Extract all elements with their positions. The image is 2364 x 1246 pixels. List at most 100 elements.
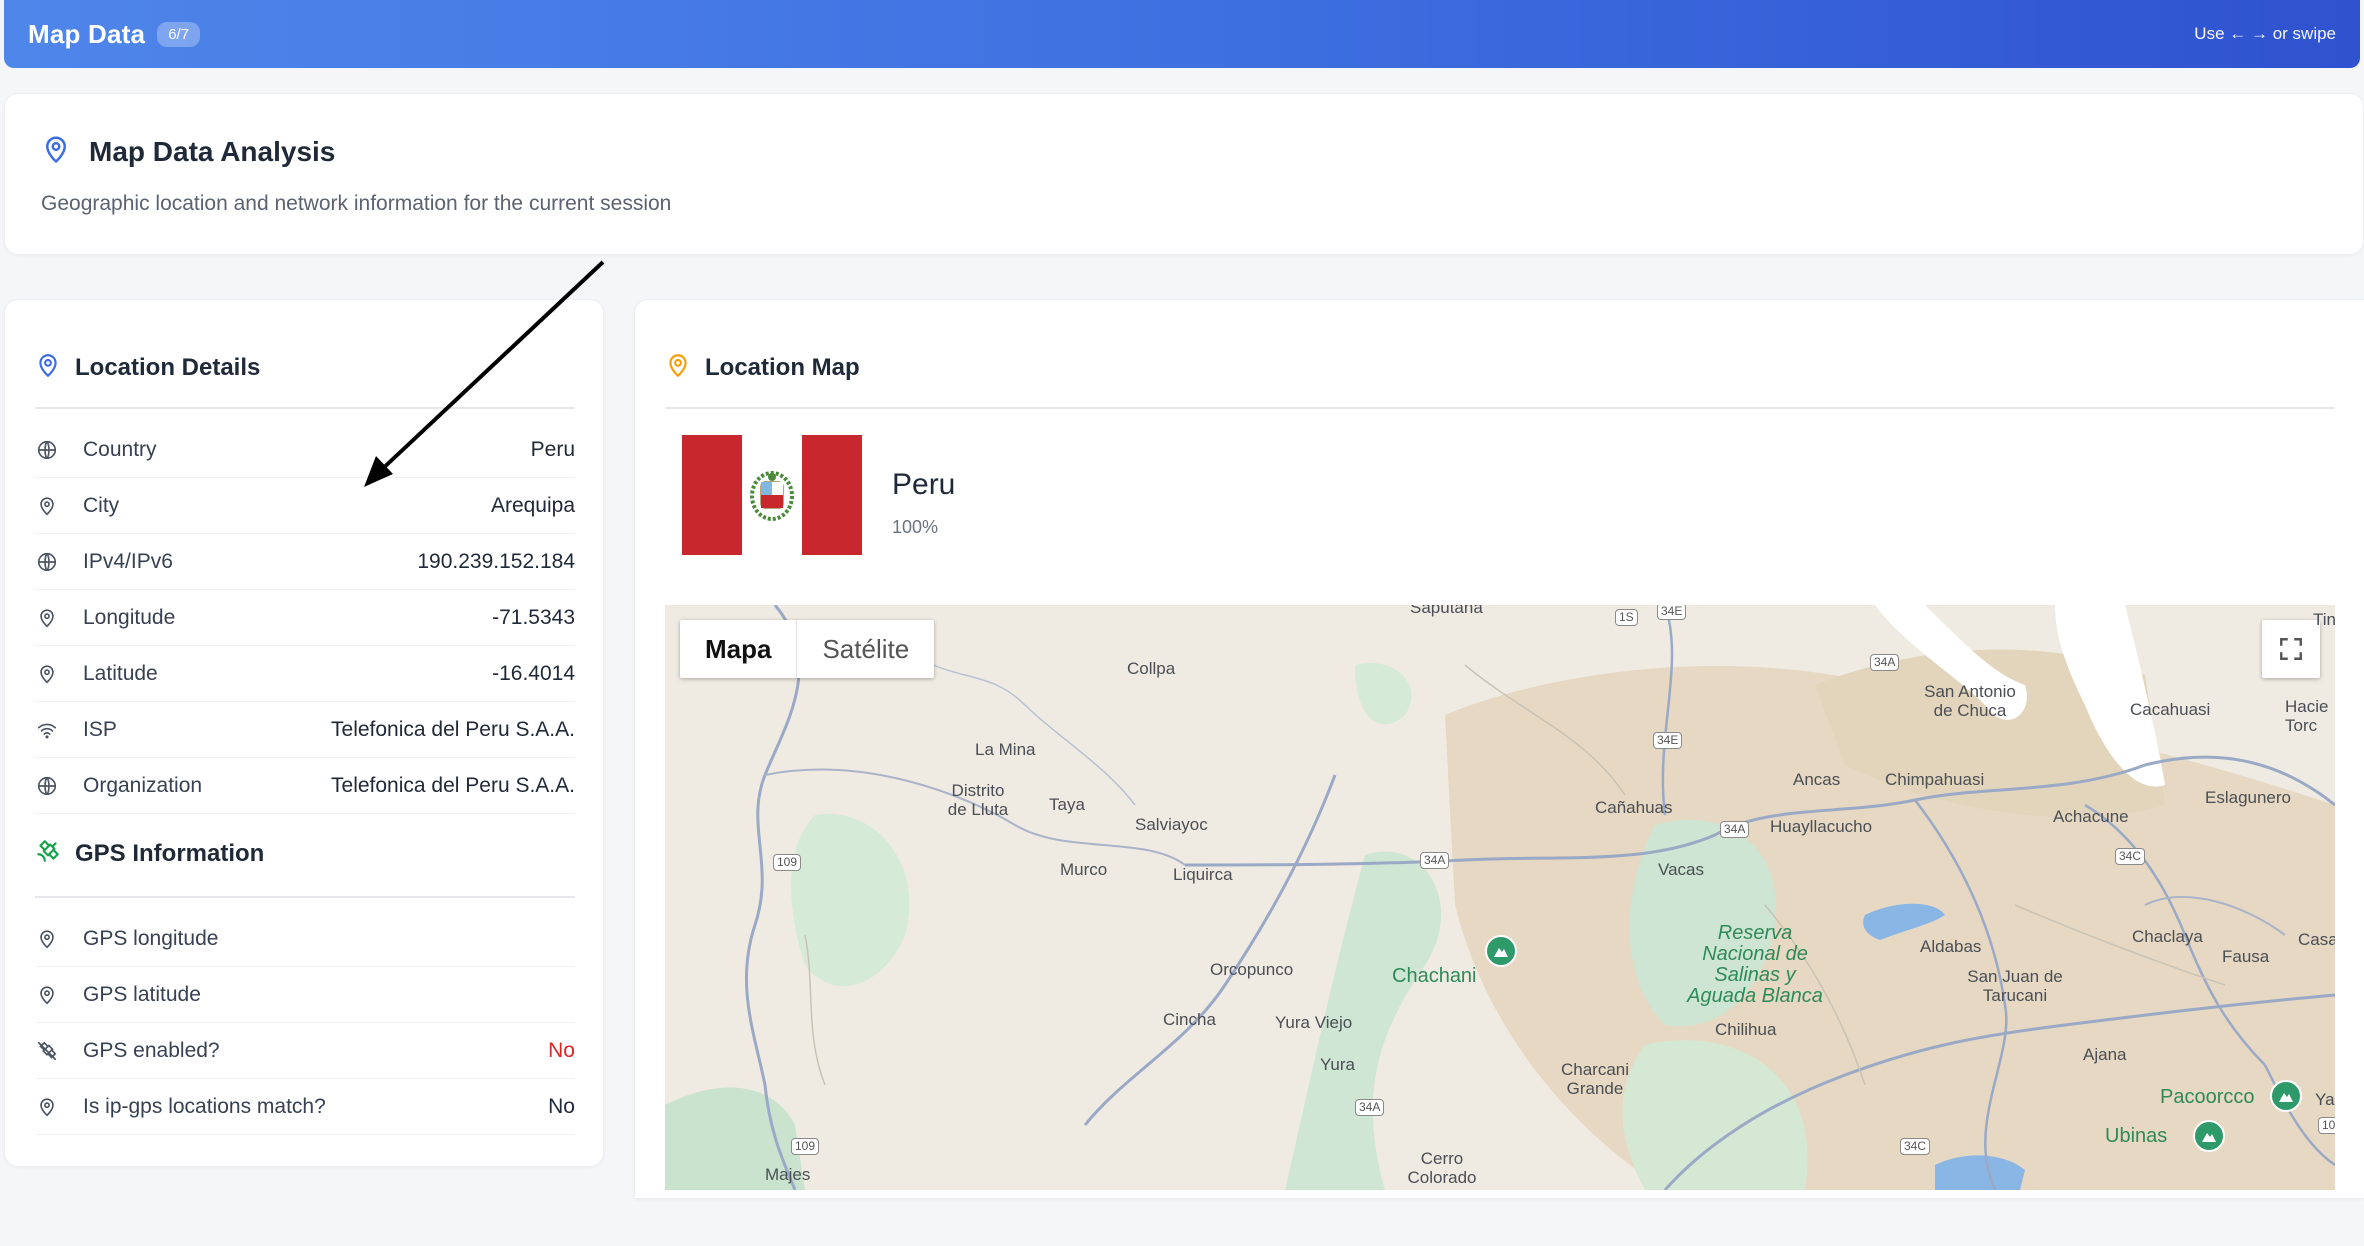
detail-value: -71.5343	[492, 605, 575, 629]
detail-row-ip: IPv4/IPv6 190.239.152.184	[35, 534, 575, 590]
pin-icon	[35, 494, 59, 518]
fullscreen-button[interactable]	[2262, 620, 2320, 678]
road-shield: 34A	[1420, 852, 1450, 869]
gps-label: GPS enabled?	[83, 1038, 220, 1062]
map-data-analysis-card: Map Data Analysis Geographic location an…	[4, 93, 2364, 255]
map-label: Ubinas	[2105, 1125, 2168, 1147]
analysis-header: Map Data Analysis	[41, 134, 335, 169]
location-map-title: Location Map	[705, 353, 860, 381]
gps-row-latitude: GPS latitude	[35, 967, 575, 1023]
detail-label: Longitude	[83, 605, 176, 629]
map-country-name: Peru	[892, 468, 956, 501]
divider	[35, 407, 575, 409]
map-pin-icon	[41, 134, 71, 169]
road-shield: 34C	[1900, 1138, 1931, 1155]
road-shield: 10	[2318, 1117, 2335, 1134]
map-label: Majes	[765, 1165, 811, 1184]
detail-label: ISP	[83, 717, 117, 741]
road-shield: 109	[773, 854, 802, 871]
map-label: San Antonio de Chuca	[1924, 682, 2016, 720]
gps-information-title: GPS Information	[75, 839, 265, 867]
map-label: Salviayoc	[1135, 815, 1208, 834]
satellite-icon	[35, 838, 61, 869]
detail-value: Telefonica del Peru S.A.A.	[331, 717, 575, 741]
detail-row-country: Country Peru	[35, 422, 575, 478]
road-shield: 34E	[1657, 605, 1687, 620]
map-country-confidence: 100%	[892, 517, 939, 537]
map-label: Saputana	[1410, 605, 1483, 617]
map-label: Taya	[1049, 795, 1085, 814]
map-label: Fausa	[2222, 947, 2270, 966]
detail-label: Latitude	[83, 661, 158, 685]
detail-row-isp: ISP Telefonica del Peru S.A.A.	[35, 702, 575, 758]
map-type-control: Mapa Satélite	[680, 620, 935, 678]
map-label: San Juan de Tarucani	[1967, 967, 2063, 1005]
wifi-icon	[35, 718, 59, 742]
mountain-peak-icon	[2270, 1080, 2302, 1112]
map-label: Cincha	[1163, 1010, 1216, 1029]
map-type-mapa-button[interactable]: Mapa	[680, 620, 796, 678]
app-title: Map Data	[28, 18, 146, 49]
map-terrain	[665, 605, 2335, 1190]
map-label: Vacas	[1658, 860, 1704, 879]
pin-icon	[35, 662, 59, 686]
map-label: Murco	[1060, 860, 1108, 879]
detail-value: 190.239.152.184	[417, 549, 575, 573]
map-label: Yura Viejo	[1275, 1013, 1353, 1032]
map-label: Distrito de Lluta	[947, 781, 1009, 819]
map-label: Chaclaya	[2132, 927, 2203, 946]
gps-row-longitude: GPS longitude	[35, 911, 575, 967]
globe-icon	[35, 550, 59, 574]
pin-icon	[35, 606, 59, 630]
pin-icon	[35, 927, 59, 951]
detail-label: IPv4/IPv6	[83, 549, 173, 573]
gps-value: No	[548, 1038, 575, 1062]
map-label: Charcani Grande	[1560, 1060, 1630, 1098]
map-label: Aldabas	[1920, 937, 1982, 956]
map-label: Pacoorcco	[2160, 1086, 2255, 1108]
map-label: Chimpahuasi	[1885, 770, 1985, 789]
mountain-peak-icon	[1485, 935, 1517, 967]
map-label: La Mina	[975, 740, 1036, 759]
location-details-header: Location Details	[35, 352, 260, 383]
fullscreen-icon	[2280, 638, 2302, 660]
map-label: Reserva Nacional de Salinas y Aguada Bla…	[1687, 922, 1823, 1007]
map-label: Orcopunco	[1210, 960, 1294, 979]
road-shield: 34E	[1653, 732, 1683, 749]
map-label: Casa	[2298, 930, 2335, 949]
detail-row-city: City Arequipa	[35, 478, 575, 534]
map-label: Huayllacucho	[1770, 817, 1873, 836]
map-label: Cerro Colorado	[1407, 1149, 1477, 1187]
detail-label: Country	[83, 437, 157, 461]
map-label: Chachani	[1392, 965, 1477, 987]
gps-information-header: GPS Information	[35, 838, 264, 869]
map-label: Cacahuasi	[2130, 700, 2211, 719]
detail-value: Arequipa	[490, 493, 575, 517]
location-details-card: Location Details Country Peru City Arequ…	[4, 299, 604, 1167]
gps-value: No	[548, 1094, 575, 1118]
map-label: Achacune	[2053, 807, 2129, 826]
road-shield: 34C	[2115, 848, 2146, 865]
analysis-description: Geographic location and network informat…	[41, 192, 672, 215]
pin-icon	[35, 983, 59, 1007]
gps-row-match: Is ip-gps locations match? No	[35, 1079, 575, 1135]
gps-row-enabled: GPS enabled? No	[35, 1023, 575, 1079]
map-type-satellite-button[interactable]: Satélite	[796, 620, 934, 678]
globe-icon	[35, 774, 59, 798]
page-counter-badge: 6/7	[157, 21, 201, 47]
gps-label: Is ip-gps locations match?	[83, 1094, 326, 1118]
map-label: Eslagunero	[2205, 788, 2292, 807]
map-label: Tin	[2313, 610, 2335, 629]
pin-icon	[35, 1095, 59, 1119]
detail-label: Organization	[83, 773, 203, 797]
embedded-map[interactable]: Mapa Satélite Saputana Collpa La Mina Di…	[665, 605, 2335, 1190]
map-label: Ancas	[1793, 770, 1841, 789]
road-shield: 109	[791, 1138, 820, 1155]
detail-value: -16.4014	[492, 661, 575, 685]
map-label: Ya	[2315, 1090, 2335, 1109]
location-map-header: Location Map	[665, 352, 860, 383]
detail-value: Peru	[530, 437, 575, 461]
navigation-hint: Use ← → or swipe	[2194, 24, 2336, 43]
map-label: Cañahuas	[1595, 798, 1673, 817]
road-shield: 34A	[1355, 1099, 1385, 1116]
